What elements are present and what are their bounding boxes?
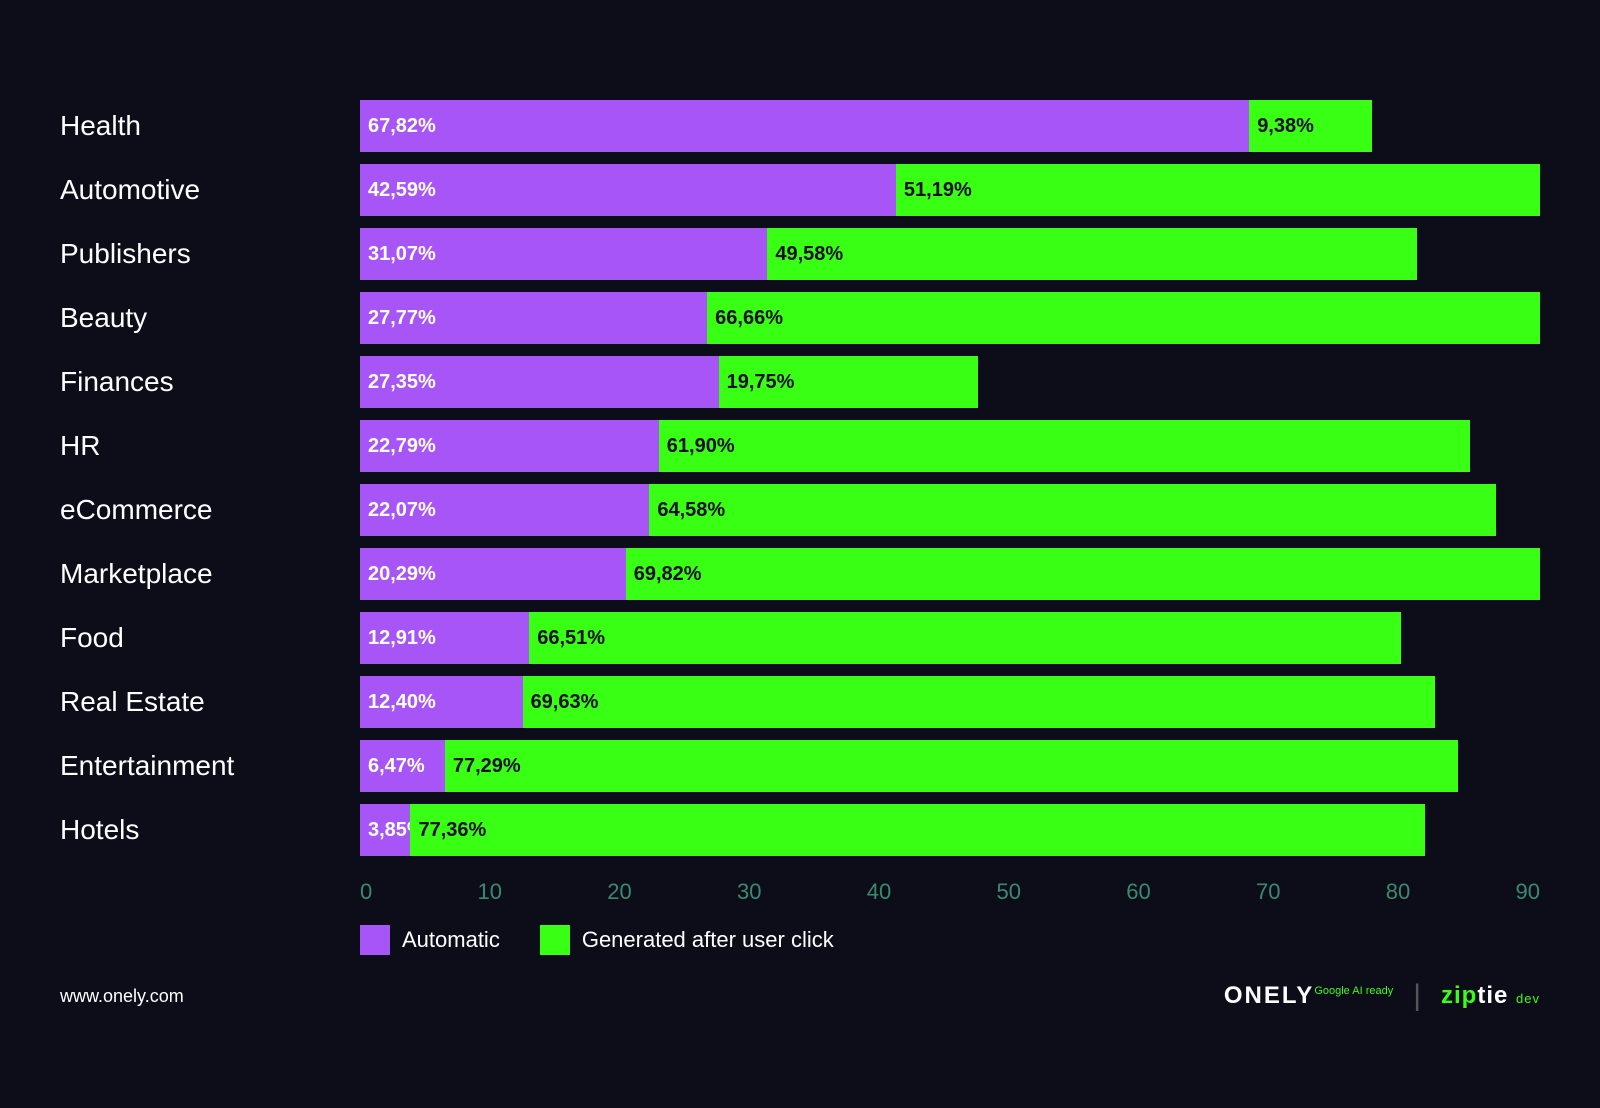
bars-area: 22,07%64,58% (360, 484, 1540, 536)
legend: Automatic Generated after user click (360, 925, 1540, 955)
row-label-finances: Finances (60, 366, 360, 398)
row-label-beauty: Beauty (60, 302, 360, 334)
chart-row: HR22,79%61,90% (60, 415, 1540, 477)
bars-area: 42,59%51,19% (360, 164, 1540, 216)
bar-purple-entertainment: 6,47% (360, 740, 445, 792)
bars-area: 3,85%77,36% (360, 804, 1540, 856)
row-label-food: Food (60, 622, 360, 654)
x-axis-label: 60 (1126, 879, 1150, 905)
row-label-publishers: Publishers (60, 238, 360, 270)
chart-row: Entertainment6,47%77,29% (60, 735, 1540, 797)
chart-row: Automotive42,59%51,19% (60, 159, 1540, 221)
row-label-entertainment: Entertainment (60, 750, 360, 782)
x-axis-label: 20 (607, 879, 631, 905)
x-axis-label: 0 (360, 879, 372, 905)
logo-onely-tagline: Google AI ready (1314, 985, 1393, 997)
logo-ziptie: ziptie dev (1441, 982, 1540, 1010)
bar-green-real-estate: 69,63% (523, 676, 1436, 728)
bar-purple-hr: 22,79% (360, 420, 659, 472)
bars-area: 31,07%49,58% (360, 228, 1540, 280)
legend-automatic: Automatic (360, 925, 500, 955)
x-axis-label: 80 (1386, 879, 1410, 905)
x-axis-label: 30 (737, 879, 761, 905)
x-axis: 0 10 20 30 40 50 60 70 80 90 (360, 879, 1540, 905)
bar-purple-finances: 27,35% (360, 356, 719, 408)
bar-green-hr: 61,90% (659, 420, 1471, 472)
chart-row: Finances27,35%19,75% (60, 351, 1540, 413)
bar-green-ecommerce: 64,58% (649, 484, 1496, 536)
bars-area: 20,29%69,82% (360, 548, 1540, 600)
chart-container: Health67,82%9,38%Automotive42,59%51,19%P… (60, 95, 1540, 1013)
bars-area: 27,77%66,66% (360, 292, 1540, 344)
x-axis-label: 50 (997, 879, 1021, 905)
chart-row: eCommerce22,07%64,58% (60, 479, 1540, 541)
footer-logos: ONELYGoogle AI ready | ziptie dev (1224, 979, 1540, 1013)
logo-zip: zip (1441, 982, 1477, 1009)
chart-rows: Health67,82%9,38%Automotive42,59%51,19%P… (60, 95, 1540, 861)
x-axis-labels: 0 10 20 30 40 50 60 70 80 90 (360, 879, 1540, 905)
legend-swatch-purple (360, 925, 390, 955)
bars-area: 67,82%9,38% (360, 100, 1540, 152)
bar-purple-hotels: 3,85% (360, 804, 410, 856)
bar-purple-marketplace: 20,29% (360, 548, 626, 600)
bars-area: 12,91%66,51% (360, 612, 1540, 664)
bars-area: 12,40%69,63% (360, 676, 1540, 728)
bar-green-beauty: 66,66% (707, 292, 1540, 344)
x-axis-label: 90 (1516, 879, 1540, 905)
row-label-ecommerce: eCommerce (60, 494, 360, 526)
row-label-hr: HR (60, 430, 360, 462)
bars-area: 27,35%19,75% (360, 356, 1540, 408)
chart-row: Hotels3,85%77,36% (60, 799, 1540, 861)
row-label-health: Health (60, 110, 360, 142)
legend-generated: Generated after user click (540, 925, 834, 955)
bar-green-health: 9,38% (1249, 100, 1372, 152)
row-label-automotive: Automotive (60, 174, 360, 206)
chart-row: Beauty27,77%66,66% (60, 287, 1540, 349)
legend-generated-label: Generated after user click (582, 927, 834, 953)
chart-row: Food12,91%66,51% (60, 607, 1540, 669)
bar-green-entertainment: 77,29% (445, 740, 1458, 792)
chart-row: Publishers31,07%49,58% (60, 223, 1540, 285)
row-label-hotels: Hotels (60, 814, 360, 846)
legend-swatch-green (540, 925, 570, 955)
bar-green-finances: 19,75% (719, 356, 978, 408)
chart-row: Marketplace20,29%69,82% (60, 543, 1540, 605)
chart-row: Health67,82%9,38% (60, 95, 1540, 157)
footer-url: www.onely.com (60, 986, 184, 1007)
bar-purple-food: 12,91% (360, 612, 529, 664)
row-label-marketplace: Marketplace (60, 558, 360, 590)
bar-green-food: 66,51% (529, 612, 1401, 664)
bar-purple-health: 67,82% (360, 100, 1249, 152)
bar-purple-ecommerce: 22,07% (360, 484, 649, 536)
bars-area: 6,47%77,29% (360, 740, 1540, 792)
bar-green-publishers: 49,58% (767, 228, 1417, 280)
bar-purple-publishers: 31,07% (360, 228, 767, 280)
row-label-real-estate: Real Estate (60, 686, 360, 718)
bar-green-hotels: 77,36% (410, 804, 1424, 856)
bar-purple-real-estate: 12,40% (360, 676, 523, 728)
logo-onely: ONELYGoogle AI ready (1224, 982, 1393, 1010)
x-axis-label: 70 (1256, 879, 1280, 905)
chart-row: Real Estate12,40%69,63% (60, 671, 1540, 733)
logo-dev: dev (1516, 991, 1540, 1006)
logo-divider: | (1413, 979, 1421, 1013)
footer: www.onely.com ONELYGoogle AI ready | zip… (60, 979, 1540, 1013)
bar-purple-beauty: 27,77% (360, 292, 707, 344)
bar-green-marketplace: 69,82% (626, 548, 1540, 600)
x-axis-label: 40 (867, 879, 891, 905)
x-axis-label: 10 (478, 879, 502, 905)
legend-automatic-label: Automatic (402, 927, 500, 953)
bar-purple-automotive: 42,59% (360, 164, 896, 216)
bars-area: 22,79%61,90% (360, 420, 1540, 472)
bar-green-automotive: 51,19% (896, 164, 1540, 216)
